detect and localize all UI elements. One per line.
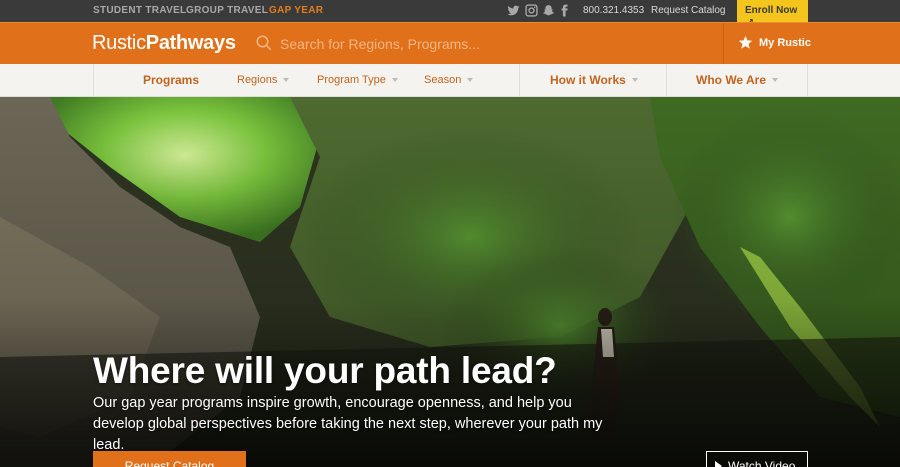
logo-light: Rustic <box>92 32 146 54</box>
chevron-down-icon <box>391 78 398 82</box>
segment-gap-year[interactable]: GAP YEAR <box>269 5 323 16</box>
segment-group-travel[interactable]: GROUP TRAVEL <box>186 5 268 16</box>
chevron-down-icon <box>772 78 779 82</box>
chevron-down-icon <box>283 78 290 82</box>
logo-bold: Pathways <box>145 32 236 54</box>
twitter-icon[interactable] <box>507 4 520 17</box>
nav-who-we-are-label: Who We Are <box>696 73 767 87</box>
watch-video-label: Watch Video <box>728 459 796 467</box>
watch-video-button[interactable]: Watch Video <box>706 451 808 467</box>
star-icon <box>738 35 753 49</box>
search-input[interactable] <box>280 34 700 54</box>
site-logo[interactable]: RusticPathways <box>92 32 236 55</box>
top-bar: STUDENT TRAVEL GROUP TRAVEL GAP YEAR 800… <box>0 0 900 26</box>
nav-divider <box>93 64 94 97</box>
enroll-now-label: Enroll Now <box>745 5 798 16</box>
search-icon[interactable] <box>255 34 273 52</box>
request-catalog-link[interactable]: Request Catalog <box>651 5 726 16</box>
my-rustic-label: My Rustic <box>759 36 811 49</box>
nav-season[interactable]: Season <box>424 74 474 86</box>
hero-title: Where will your path lead? <box>93 350 557 391</box>
snapchat-icon[interactable] <box>542 4 555 17</box>
facebook-icon[interactable] <box>558 4 571 17</box>
request-catalog-button[interactable]: Request Catalog <box>93 451 246 467</box>
header-divider <box>723 23 724 65</box>
nav-divider <box>807 64 808 97</box>
play-icon <box>715 461 722 467</box>
chevron-down-icon <box>631 78 638 82</box>
nav-regions-label: Regions <box>237 74 278 86</box>
nav-program-type[interactable]: Program Type <box>317 74 398 86</box>
instagram-icon[interactable] <box>525 4 538 17</box>
chevron-down-icon <box>467 78 474 82</box>
nav-programs[interactable]: Programs <box>143 73 199 87</box>
main-nav: Programs Regions Program Type Season How… <box>0 64 900 97</box>
my-rustic-link[interactable]: My Rustic <box>738 35 811 50</box>
site-header: RusticPathways My Rustic <box>0 22 900 65</box>
hero-subtitle: Our gap year programs inspire growth, en… <box>93 395 603 453</box>
nav-who-we-are[interactable]: Who We Are <box>696 73 779 87</box>
nav-how-it-works-label: How it Works <box>550 73 626 87</box>
enroll-now-button[interactable]: Enroll Now ↗ <box>737 0 808 26</box>
nav-season-label: Season <box>424 74 462 86</box>
phone-number[interactable]: 800.321.4353 <box>583 5 644 16</box>
nav-program-type-label: Program Type <box>317 74 386 86</box>
nav-how-it-works[interactable]: How it Works <box>550 73 638 87</box>
segment-student-travel[interactable]: STUDENT TRAVEL <box>93 5 186 16</box>
nav-regions[interactable]: Regions <box>237 74 290 86</box>
hero-section: Where will your path lead? Our gap year … <box>0 97 900 467</box>
nav-divider <box>666 64 667 97</box>
nav-divider <box>519 64 520 97</box>
nav-programs-label: Programs <box>143 73 200 87</box>
